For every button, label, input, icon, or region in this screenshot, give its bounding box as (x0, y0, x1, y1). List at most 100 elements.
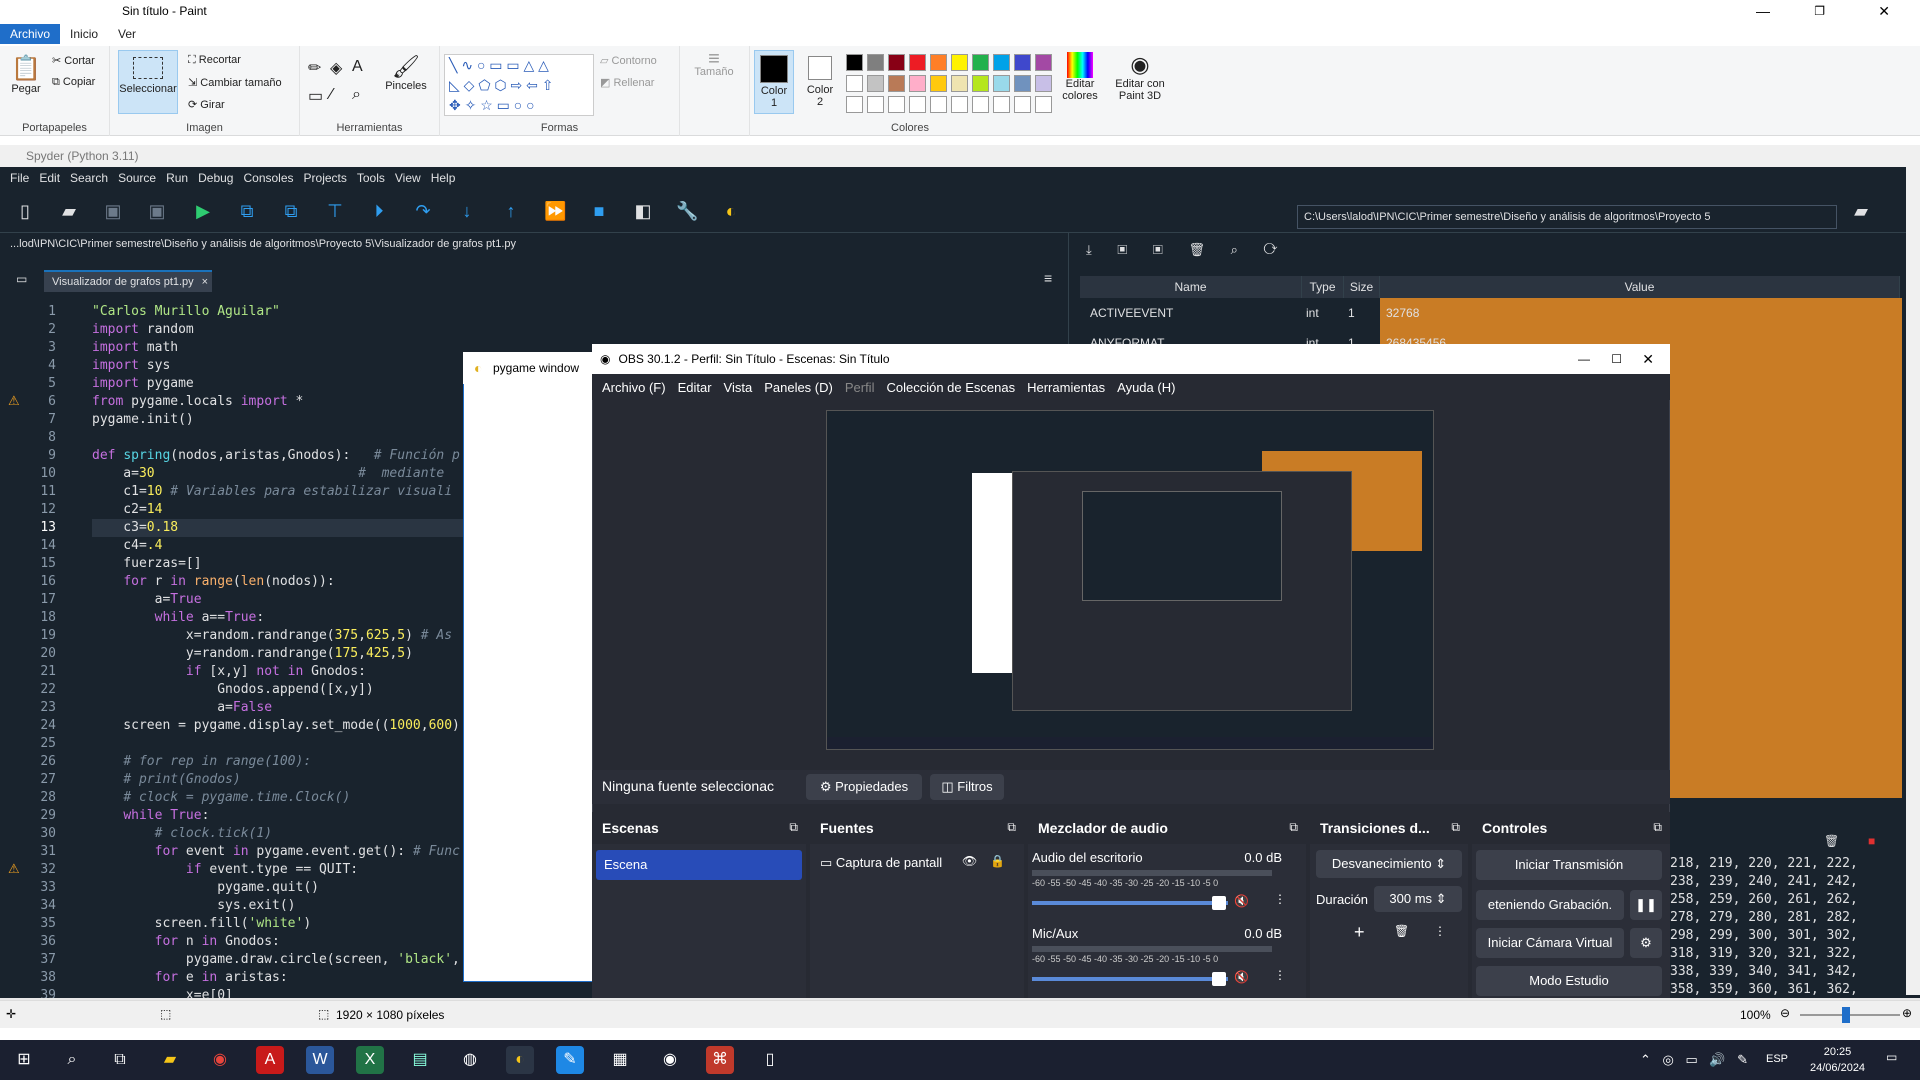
step-into-icon[interactable]: ↓ (456, 200, 478, 222)
brushes-button[interactable]: 🖌 Pinceles (384, 54, 428, 92)
empty-swatch[interactable] (930, 96, 947, 113)
color-swatch[interactable] (993, 75, 1010, 92)
tab-inicio[interactable]: Inicio (60, 24, 108, 44)
color-swatch[interactable] (951, 75, 968, 92)
windows-start-icon[interactable]: ⊞ (10, 1046, 38, 1074)
menu-item[interactable]: Ayuda (H) (1117, 380, 1175, 395)
desktop-volume-handle[interactable] (1212, 896, 1226, 910)
copy-button[interactable]: ⧉ Copiar (52, 76, 95, 89)
color-swatch[interactable] (867, 54, 884, 71)
maximize-pane-icon[interactable]: ◧ (632, 200, 654, 222)
menu-item[interactable]: View (395, 171, 421, 185)
mute-icon[interactable]: 🔇 (1234, 894, 1249, 908)
zoom-in-icon[interactable]: ⊕ (1902, 1006, 1912, 1020)
browse-folder-icon[interactable]: ▰ (1850, 200, 1872, 222)
more-icon[interactable]: ⋮ (1434, 924, 1446, 938)
spyder-icon[interactable]: ◍ (456, 1046, 484, 1074)
obs-preview[interactable] (826, 410, 1434, 750)
debug-icon[interactable]: ⏵ (368, 200, 390, 222)
menu-item[interactable]: Search (70, 171, 108, 185)
mute-icon[interactable]: 🔇 (1234, 970, 1249, 984)
run-cell-icon[interactable]: ⧉ (236, 200, 258, 222)
zoom-out-icon[interactable]: ⊖ (1780, 1006, 1790, 1020)
menu-item[interactable]: File (10, 171, 29, 185)
color-swatch[interactable] (993, 54, 1010, 71)
col-name[interactable]: Name (1080, 276, 1302, 298)
stop-recording-button[interactable]: eteniendo Grabación. (1476, 890, 1624, 920)
new-file-icon[interactable]: ▯ (14, 200, 36, 222)
mic-volume-slider[interactable] (1032, 977, 1228, 981)
paint3d-button[interactable]: ◉ Editar con Paint 3D (1110, 52, 1170, 102)
tray-icons[interactable]: ⌃ ◎ ▭ 🔊 ✎ (1640, 1052, 1748, 1068)
file-icon[interactable]: ▯ (756, 1046, 784, 1074)
lock-icon[interactable]: 🔒 (990, 854, 1005, 868)
empty-swatch[interactable] (993, 96, 1010, 113)
studio-mode-button[interactable]: Modo Estudio (1476, 966, 1662, 996)
visibility-icon[interactable]: 👁 (962, 854, 977, 868)
trash-icon[interactable]: 🗑 (1394, 924, 1409, 938)
color-swatch[interactable] (1014, 54, 1031, 71)
color-swatch[interactable] (846, 75, 863, 92)
menu-item[interactable]: Help (431, 171, 456, 185)
pygame-window[interactable] (463, 352, 593, 982)
editor-tab[interactable]: Visualizador de grafos pt1.py × (44, 270, 212, 292)
run-cell-advance-icon[interactable]: ⧉ (280, 200, 302, 222)
duration-input[interactable]: 300 ms ⇕ (1374, 886, 1462, 912)
import-icon[interactable]: ⤓ (1086, 242, 1092, 257)
step-return-icon[interactable]: ↑ (500, 200, 522, 222)
ipython-console[interactable]: 218, 219, 220, 221, 222, 238, 239, 240, 2… (1670, 855, 1902, 1000)
color-swatch[interactable] (1035, 54, 1052, 71)
tab-ver[interactable]: Ver (108, 24, 146, 44)
menu-item[interactable]: Run (166, 171, 188, 185)
close-button[interactable]: ✕ (1642, 351, 1654, 368)
var-size[interactable]: 1 (1348, 298, 1378, 328)
color-swatch[interactable] (930, 54, 947, 71)
undock-icon[interactable]: ⧉ (1451, 820, 1460, 835)
menu-item[interactable]: Herramientas (1027, 380, 1105, 395)
color2-button[interactable]: Color 2 (800, 50, 840, 114)
browse-tabs-icon[interactable]: ▭ (16, 272, 27, 286)
empty-swatch[interactable] (951, 96, 968, 113)
crop-button[interactable]: ⛶ Recortar (188, 54, 241, 67)
color-swatch[interactable] (867, 75, 884, 92)
calculator-icon[interactable]: ▦ (606, 1046, 634, 1074)
eraser-icon[interactable]: ▭ (308, 86, 323, 106)
pause-icon[interactable]: ❚❚ (1630, 890, 1662, 920)
pygame-titlebar[interactable]: pygame window (463, 352, 593, 384)
properties-button[interactable]: ⚙ Propiedades (806, 774, 922, 800)
fill-icon[interactable]: ◈ (330, 58, 342, 78)
edit-colors-button[interactable]: Editar colores (1055, 52, 1105, 102)
menu-item[interactable]: Projects (304, 171, 347, 185)
menu-item[interactable]: Source (118, 171, 156, 185)
run-icon[interactable]: ▶ (192, 200, 214, 222)
save-as-icon[interactable]: ▣ (1153, 242, 1163, 257)
menu-item[interactable]: Edit (39, 171, 60, 185)
close-tab-icon[interactable]: × (202, 276, 208, 288)
menu-item[interactable]: Vista (724, 380, 753, 395)
desktop-volume-slider[interactable] (1032, 901, 1228, 905)
shapes-gallery[interactable]: ╲ ∿ ○ ▭ ▭ △ △ ◺ ◇ ⬠ ⬡ ⇨ ⇦ ⇧ ✥ ✧ ☆ ▭ ○ ○ (444, 54, 594, 116)
minimize-button[interactable]: — (1578, 352, 1590, 366)
zoom-handle[interactable] (1842, 1007, 1850, 1023)
var-name[interactable]: ACTIVEEVENT (1090, 298, 1300, 328)
continue-icon[interactable]: ⏩ (544, 200, 566, 222)
color-swatch[interactable] (1014, 75, 1031, 92)
language-indicator[interactable]: ESP (1766, 1053, 1788, 1065)
color-swatch[interactable] (972, 75, 989, 92)
empty-swatch[interactable] (888, 96, 905, 113)
step-icon[interactable]: ↷ (412, 200, 434, 222)
menu-item[interactable]: Consoles (243, 171, 293, 185)
transition-select[interactable]: Desvanecimiento ⇕ (1316, 850, 1462, 878)
zoom-slider[interactable] (1800, 1014, 1900, 1016)
tab-archivo[interactable]: Archivo (0, 24, 61, 44)
save-icon[interactable]: ▣ (1117, 242, 1127, 257)
python-path-icon[interactable]: ◐ (720, 200, 742, 222)
menu-item[interactable]: Tools (357, 171, 385, 185)
col-size[interactable]: Size (1344, 276, 1380, 298)
select-button[interactable]: Seleccionar (118, 50, 178, 114)
gear-icon[interactable]: ⚙ (1630, 928, 1662, 958)
fill-button[interactable]: ◩ Rellenar (600, 76, 654, 89)
var-type[interactable]: int (1306, 298, 1346, 328)
save-all-icon[interactable]: ▣ (146, 200, 168, 222)
paste-button[interactable]: 📋 Pegar (8, 54, 44, 95)
